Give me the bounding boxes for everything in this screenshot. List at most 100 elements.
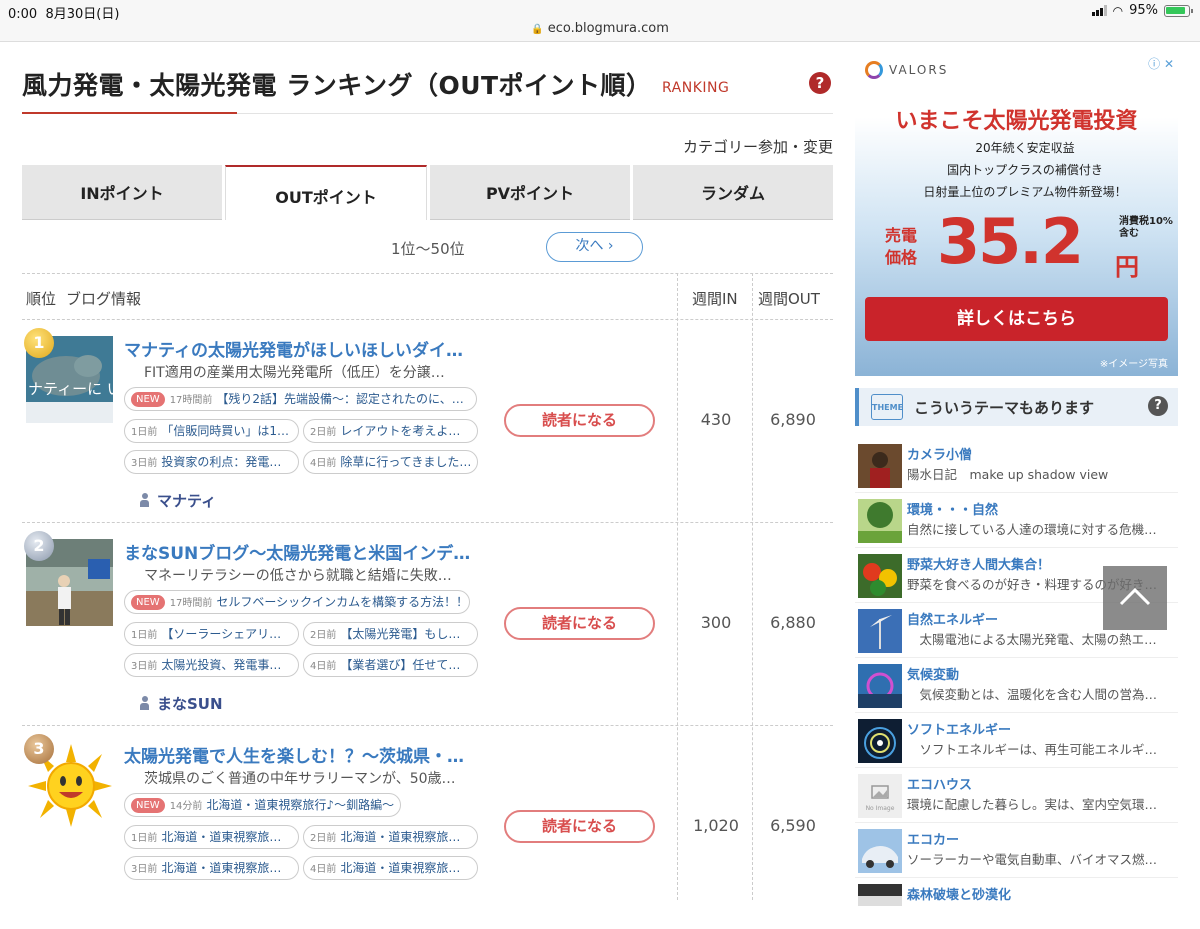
rank-medal-gold: 1 bbox=[24, 328, 54, 358]
post-link[interactable]: 1日前 【ソーラーシェアリ… bbox=[124, 622, 299, 646]
tab-out-points[interactable]: OUTポイント bbox=[225, 165, 427, 220]
themes-header: THEME こういうテーマもあります ? bbox=[855, 388, 1178, 426]
theme-item[interactable]: ソフトエネルギー ソフトエネルギーは、再生可能エネルギ… bbox=[855, 713, 1178, 768]
theme-thumbnail bbox=[858, 664, 902, 708]
tab-in-points[interactable]: INポイント bbox=[22, 165, 222, 220]
post-link[interactable]: 1日前 北海道・道東視察旅… bbox=[124, 825, 299, 849]
ad-subtext: 20年続く安定収益 国内トップクラスの補償付き 日射量上位のプレミアム物件新登場… bbox=[923, 141, 1127, 199]
help-icon[interactable]: ? bbox=[809, 72, 831, 94]
main-content: 風力発電・太陽光発電 ランキング（OUTポイント順） RANKING ? カテゴ… bbox=[22, 42, 833, 900]
table-header: 順位 ブログ情報 週間IN 週間OUT bbox=[22, 273, 833, 320]
author-link[interactable]: まなSUN bbox=[140, 693, 223, 714]
col-blog-header: ブログ情報 bbox=[66, 290, 142, 308]
theme-thumbnail bbox=[858, 884, 902, 906]
status-indicators: ◠ 95% bbox=[1091, 3, 1193, 18]
theme-name: 気候変動 bbox=[907, 668, 960, 683]
theme-item[interactable]: 森林破壊と砂漠化 bbox=[855, 878, 1178, 906]
theme-description: 陽水日記 make up shadow view bbox=[907, 467, 1109, 482]
latest-post-link[interactable]: NEW 17時間前 【残り2話】先端設備〜：認定されたのに、… bbox=[124, 387, 477, 411]
rank-medal-bronze: 3 bbox=[24, 734, 54, 764]
weekly-in-value: 430 bbox=[700, 410, 732, 429]
blog-title-link[interactable]: 太陽光発電で人生を楽しむ！？〜茨城県・… bbox=[124, 742, 464, 767]
post-link[interactable]: 2日前 レイアウトを考えよ… bbox=[303, 419, 478, 443]
next-page-button[interactable]: 次へ › bbox=[546, 232, 643, 262]
ad-cta-button[interactable]: 詳しくはこちら bbox=[865, 297, 1168, 341]
post-link[interactable]: 4日前 除草に行ってきました… bbox=[303, 450, 478, 474]
theme-name: エコハウス bbox=[907, 778, 973, 793]
theme-item[interactable]: エコカー ソーラーカーや電気自動車、バイオマス燃… bbox=[855, 823, 1178, 878]
help-icon[interactable]: ? bbox=[1148, 396, 1168, 416]
signal-icon bbox=[1091, 5, 1107, 16]
post-link[interactable]: 3日前 太陽光投資、発電事… bbox=[124, 653, 299, 677]
ad-price-unit: 円 bbox=[1115, 253, 1139, 281]
battery-icon bbox=[1164, 4, 1193, 17]
tab-random[interactable]: ランダム bbox=[633, 165, 833, 220]
theme-thumbnail bbox=[858, 499, 902, 543]
post-link[interactable]: 2日前 北海道・道東視察旅… bbox=[303, 825, 478, 849]
battery-percent: 95% bbox=[1129, 3, 1158, 18]
theme-thumbnail bbox=[858, 609, 902, 653]
person-icon bbox=[140, 696, 149, 710]
rank-medal-silver: 2 bbox=[24, 531, 54, 561]
col-week-in-header: 週間IN bbox=[692, 290, 738, 308]
pager: 1位〜50位 次へ › bbox=[22, 232, 833, 266]
theme-description: ソーラーカーや電気自動車、バイオマス燃… bbox=[907, 852, 1158, 867]
theme-thumbnail bbox=[858, 829, 902, 873]
weekly-out-value: 6,880 bbox=[770, 613, 816, 632]
theme-description: 環境に配慮した暮らし。実は、室内空気環… bbox=[907, 797, 1158, 812]
follow-button[interactable]: 読者になる bbox=[504, 607, 655, 640]
post-link[interactable]: 1日前 「信販同時買い」は1… bbox=[124, 419, 299, 443]
author-link[interactable]: マナティ bbox=[140, 490, 216, 511]
title-row: 風力発電・太陽光発電 ランキング（OUTポイント順） RANKING ? bbox=[22, 42, 833, 114]
post-link[interactable]: 4日前 北海道・道東視察旅… bbox=[303, 856, 478, 880]
theme-item[interactable]: No Image エコハウス 環境に配慮した暮らし。実は、室内空気環… bbox=[855, 768, 1178, 823]
post-link[interactable]: 3日前 北海道・道東視察旅… bbox=[124, 856, 299, 880]
theme-item[interactable]: カメラ小僧 陽水日記 make up shadow view bbox=[855, 438, 1178, 493]
url-bar[interactable]: 🔒 eco.blogmura.com bbox=[0, 21, 1200, 36]
ad-price-value: 35.2 bbox=[937, 205, 1084, 278]
title-underline bbox=[22, 112, 237, 114]
ranking-label: RANKING bbox=[662, 80, 730, 96]
blog-title-link[interactable]: マナティの太陽光発電がほしいほしいダイ… bbox=[124, 336, 463, 361]
post-link[interactable]: 2日前 【太陽光発電】もし… bbox=[303, 622, 478, 646]
new-badge: NEW bbox=[131, 392, 165, 407]
chevron-up-icon bbox=[1119, 587, 1151, 606]
latest-post-link[interactable]: NEW 17時間前 セルフベーシックインカムを構築する方法！！ bbox=[124, 590, 470, 614]
ad-image-note: ※イメージ写真 bbox=[1099, 359, 1168, 370]
post-link[interactable]: 4日前 【業者選び】任せて… bbox=[303, 653, 478, 677]
weekly-out-value: 6,590 bbox=[770, 816, 816, 835]
theme-icon: THEME bbox=[871, 394, 903, 420]
theme-thumbnail bbox=[858, 719, 902, 763]
theme-item[interactable]: 環境・・・自然 自然に接している人達の環境に対する危機… bbox=[855, 493, 1178, 548]
col-rank-header: 順位 bbox=[26, 290, 57, 308]
theme-name: ソフトエネルギー bbox=[907, 723, 1012, 738]
ranking-row: 3 太陽光発電で人生を楽しむ！？〜茨城県・… 茨城県のごく普通の中年サラリーマン… bbox=[22, 726, 833, 929]
blog-description: FIT適用の産業用太陽光発電所（低圧）を分譲… bbox=[144, 365, 445, 381]
latest-post-link[interactable]: NEW 14分前 北海道・道東視察旅行♪〜釧路編〜 bbox=[124, 793, 401, 817]
ad-choices-icon[interactable]: ⓘ ✕ bbox=[1148, 55, 1174, 72]
follow-button[interactable]: 読者になる bbox=[504, 404, 655, 437]
col-week-out-header: 週間OUT bbox=[758, 290, 820, 308]
ad-banner[interactable]: VALORS ⓘ ✕ いまこそ太陽光発電投資 20年続く安定収益 国内トップクラ… bbox=[855, 53, 1178, 376]
new-badge: NEW bbox=[131, 595, 165, 610]
ad-tax-note: 消費税10% 含む bbox=[1119, 216, 1173, 239]
new-badge: NEW bbox=[131, 798, 165, 813]
theme-description: 気候変動とは、温暖化を含む人間の営為… bbox=[907, 687, 1158, 702]
status-bar: 0:00 8月30日(日) 🔒 eco.blogmura.com ◠ 95% bbox=[0, 0, 1200, 42]
tab-pv-points[interactable]: PVポイント bbox=[430, 165, 630, 220]
post-link[interactable]: 3日前 投資家の利点：発電… bbox=[124, 450, 299, 474]
lock-icon: 🔒 bbox=[531, 24, 544, 35]
theme-name: カメラ小僧 bbox=[907, 448, 973, 463]
follow-button[interactable]: 読者になる bbox=[504, 810, 655, 843]
blog-title-link[interactable]: まなSUNブログ〜太陽光発電と米国インデ… bbox=[124, 539, 470, 564]
blog-description: マネーリテラシーの低さから就職と結婚に失敗… bbox=[144, 568, 452, 584]
theme-name: エコカー bbox=[907, 833, 960, 848]
category-join-link[interactable]: カテゴリー参加・変更 bbox=[683, 136, 833, 157]
theme-item[interactable]: 気候変動 気候変動とは、温暖化を含む人間の営為… bbox=[855, 658, 1178, 713]
ad-logo: VALORS bbox=[865, 61, 948, 79]
theme-thumbnail bbox=[858, 444, 902, 488]
scroll-to-top-button[interactable] bbox=[1103, 566, 1167, 630]
theme-name: 環境・・・自然 bbox=[907, 503, 999, 518]
theme-thumbnail bbox=[858, 554, 902, 598]
ad-headline: いまこそ太陽光発電投資 bbox=[895, 109, 1138, 134]
